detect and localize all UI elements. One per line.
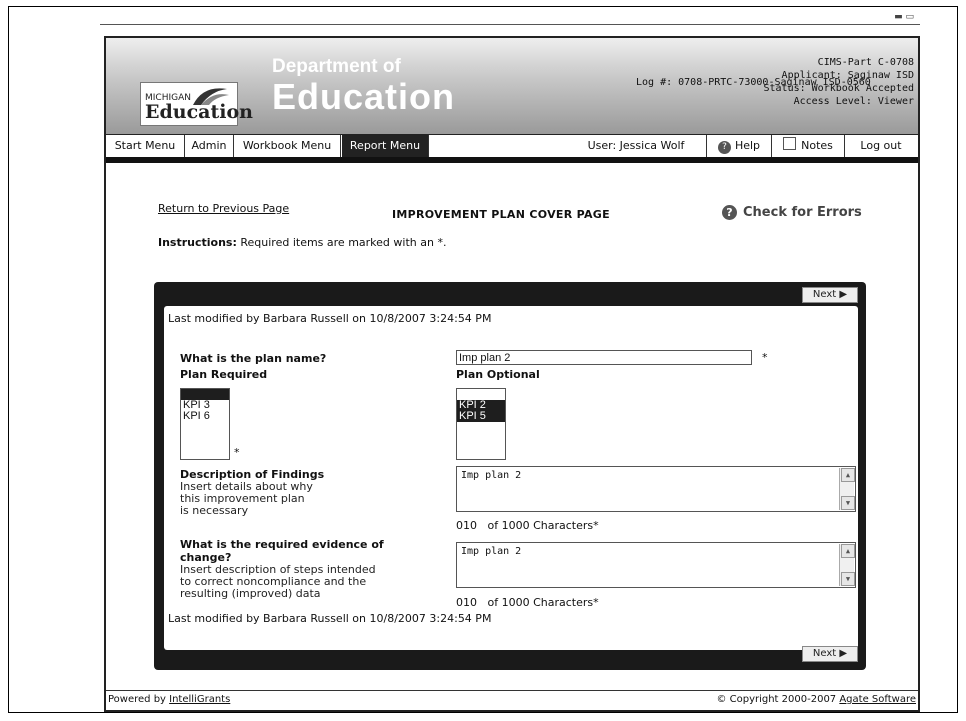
plan-name-input[interactable]: Imp plan 2: [456, 350, 752, 365]
evidence-count-value: 010: [456, 596, 477, 609]
department-title-line1: Department of: [272, 56, 401, 77]
evidence-char-count: 010 of 1000 Characters*: [456, 596, 599, 609]
nav-logout[interactable]: Log out: [845, 135, 917, 157]
evidence-scrollbar[interactable]: ▲ ▼: [839, 544, 855, 586]
notes-icon: [783, 137, 797, 150]
last-modified-top: Last modified by Barbara Russell on 10/8…: [168, 312, 492, 325]
intelligrants-link[interactable]: IntelliGrants: [169, 694, 230, 705]
nav-report-menu[interactable]: Report Menu: [342, 135, 429, 157]
browser-window-bar: ▬ ▭: [100, 10, 920, 25]
info-access-level: Access Level: Viewer: [793, 96, 914, 107]
form-panel: Next ▶ Last modified by Barbara Russell …: [154, 282, 866, 670]
evidence-help: Insert description of steps intended to …: [180, 564, 376, 600]
scroll-up-icon[interactable]: ▲: [841, 468, 855, 482]
footer-powered-by: Powered by IntelliGrants: [108, 694, 230, 705]
nav-admin[interactable]: Admin: [185, 135, 234, 157]
scroll-down-icon[interactable]: ▼: [841, 572, 855, 586]
plan-required-label: Plan Required: [180, 368, 268, 381]
findings-text: Imp plan 2: [461, 470, 522, 481]
evidence-label-line: What is the required evidence of: [180, 538, 384, 551]
application-window: MICHIGAN Education Department of Educati…: [104, 36, 920, 712]
info-applicant: Applicant: Saginaw ISD: [781, 70, 914, 81]
window-controls-icon[interactable]: ▬ ▭: [894, 12, 914, 22]
evidence-textarea[interactable]: Imp plan 2 ▲ ▼: [456, 542, 856, 588]
findings-help-line: is necessary: [180, 504, 249, 517]
findings-char-count: 010 of 1000 Characters*: [456, 519, 599, 532]
department-title-line2: Education: [272, 76, 456, 117]
plan-optional-label: Plan Optional: [456, 368, 540, 381]
application-info: CIMS-Part C-0708 Applicant: Saginaw ISD …: [763, 56, 914, 108]
plan-optional-option[interactable]: KPI 5: [457, 411, 505, 422]
findings-scrollbar[interactable]: ▲ ▼: [839, 468, 855, 510]
footer-copyright: © Copyright 2000-2007 Agate Software: [716, 694, 916, 705]
plan-required-listbox[interactable]: KPI 3 KPI 6: [180, 388, 230, 460]
evidence-label: What is the required evidence of change?: [180, 538, 384, 564]
evidence-count-text: of 1000 Characters*: [487, 596, 599, 609]
last-modified-bottom: Last modified by Barbara Russell on 10/8…: [168, 612, 492, 625]
form-body: Last modified by Barbara Russell on 10/8…: [164, 306, 858, 650]
check-for-errors-button[interactable]: ? Check for Errors: [722, 205, 862, 220]
nav-start-menu[interactable]: Start Menu: [106, 135, 185, 157]
nav-notes-button[interactable]: Notes: [772, 135, 845, 157]
header-banner: MICHIGAN Education Department of Educati…: [106, 38, 918, 134]
nav-divider: [106, 157, 918, 163]
nav-notes-label: Notes: [801, 139, 833, 152]
next-button-bottom[interactable]: Next ▶: [802, 646, 858, 662]
info-status: Status: Workbook Accepted: [763, 83, 914, 94]
question-icon: ?: [722, 205, 737, 220]
plan-optional-listbox[interactable]: KPI 2 KPI 5: [456, 388, 506, 460]
help-icon: ?: [717, 141, 731, 154]
plan-name-label: What is the plan name?: [180, 352, 327, 365]
plan-required-option[interactable]: KPI 6: [181, 411, 229, 422]
plan-name-required-star: *: [762, 351, 768, 364]
findings-count-text: of 1000 Characters*: [487, 519, 599, 532]
evidence-help-line: resulting (improved) data: [180, 587, 321, 600]
navigation-bar: Start Menu Admin Workbook Menu Report Me…: [106, 134, 918, 158]
scroll-up-icon[interactable]: ▲: [841, 544, 855, 558]
powered-by-text: Powered by: [108, 694, 170, 705]
agate-software-link[interactable]: Agate Software: [839, 694, 916, 705]
evidence-text: Imp plan 2: [461, 546, 522, 557]
instructions-label: Instructions:: [158, 236, 237, 249]
scroll-down-icon[interactable]: ▼: [841, 496, 855, 510]
check-for-errors-label: Check for Errors: [743, 205, 862, 220]
findings-count-value: 010: [456, 519, 477, 532]
next-button-top[interactable]: Next ▶: [802, 287, 858, 303]
nav-user: User: Jessica Wolf: [566, 135, 707, 157]
return-to-previous-link[interactable]: Return to Previous Page: [158, 202, 289, 215]
nav-help-label: Help: [734, 139, 761, 152]
copyright-text: © Copyright 2000-2007: [716, 694, 840, 705]
findings-textarea[interactable]: Imp plan 2 ▲ ▼: [456, 466, 856, 512]
footer-divider: [106, 690, 918, 691]
michigan-education-logo: MICHIGAN Education: [140, 82, 253, 126]
plan-required-star: *: [234, 446, 240, 459]
findings-help: Insert details about why this improvemen…: [180, 481, 313, 517]
nav-workbook-menu[interactable]: Workbook Menu: [234, 135, 341, 157]
logo-education-text: Education: [145, 101, 253, 123]
nav-help-button[interactable]: ? Help: [707, 135, 772, 157]
info-part: CIMS-Part C-0708: [817, 57, 914, 68]
instructions: Instructions: Required items are marked …: [158, 236, 446, 249]
instructions-text: Required items are marked with an *.: [240, 236, 447, 249]
page-title: IMPROVEMENT PLAN COVER PAGE: [392, 208, 610, 221]
